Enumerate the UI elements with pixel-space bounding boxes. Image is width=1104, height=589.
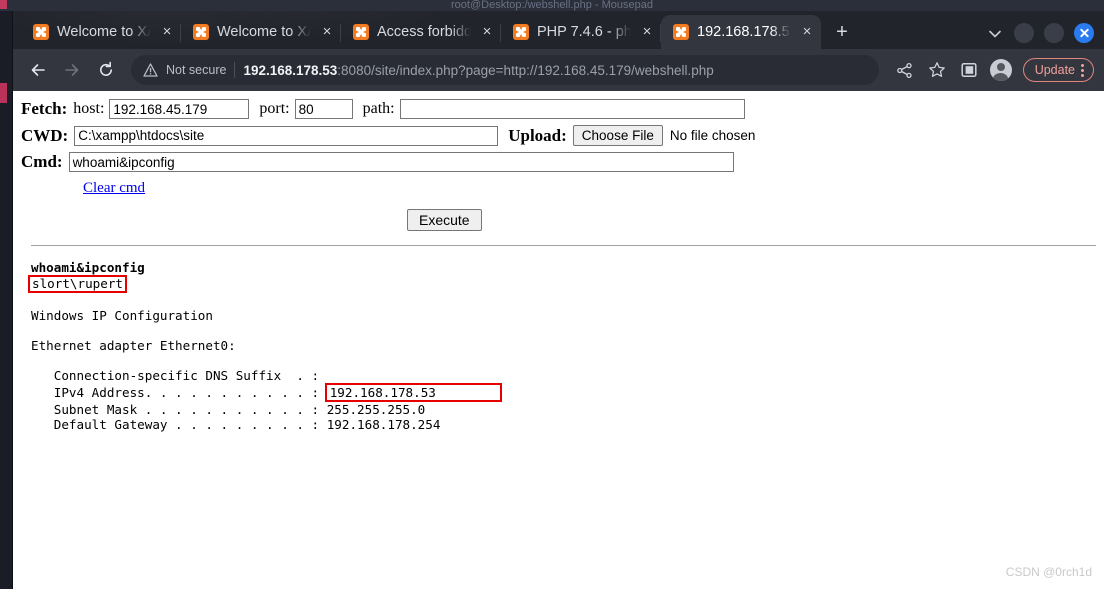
output-command-echo: whoami&ipconfig <box>31 260 145 275</box>
tab-title: 192.168.178.53:8080/site/ <box>697 24 791 40</box>
update-label: Update <box>1034 63 1075 77</box>
profile-avatar[interactable] <box>987 56 1015 84</box>
window-controls <box>986 23 1104 49</box>
watermark: CSDN @0rch1d <box>1005 565 1092 579</box>
tab-title: Welcome to XAMPP <box>217 24 311 40</box>
host-label: host: <box>73 100 105 117</box>
xampp-icon <box>513 24 529 40</box>
command-output: whoami&ipconfig slort\rupert Windows IP … <box>21 246 1104 432</box>
cmd-row: Cmd: <box>21 152 1104 172</box>
xampp-icon <box>673 24 689 40</box>
tab-title: Welcome to XAMPP <box>57 24 151 40</box>
minimize-button[interactable] <box>1014 23 1034 43</box>
screen: root@Desktop:/webshell.php - Mousepad We… <box>0 0 1104 589</box>
cmd-input[interactable] <box>68 152 734 172</box>
close-icon[interactable]: × <box>319 24 335 40</box>
maximize-button[interactable] <box>1044 23 1064 43</box>
share-icon[interactable] <box>891 56 919 84</box>
close-icon[interactable]: × <box>159 24 175 40</box>
warning-triangle-icon <box>143 63 158 77</box>
tab-title: PHP 7.4.6 - phpinfo() <box>537 24 631 40</box>
url-host: 192.168.178.53 <box>243 62 338 78</box>
browser-tab-3[interactable]: Access forbidden! × <box>341 15 501 49</box>
adapter-line: Ethernet adapter Ethernet0: <box>31 338 236 353</box>
update-button[interactable]: Update <box>1022 58 1094 82</box>
side-panel-icon[interactable] <box>955 56 983 84</box>
reload-icon[interactable] <box>91 55 121 85</box>
clear-cmd-link[interactable]: Clear cmd <box>83 180 145 197</box>
browser-tab-2[interactable]: Welcome to XAMPP × <box>181 15 341 49</box>
more-menu-icon[interactable] <box>1081 63 1084 77</box>
bookmark-star-icon[interactable] <box>923 56 951 84</box>
whoami-result-highlight: slort\rupert <box>28 275 127 293</box>
back-icon[interactable] <box>23 55 53 85</box>
host-input[interactable] <box>109 99 250 119</box>
close-icon[interactable]: × <box>639 24 655 40</box>
desktop-accent-marker-top <box>0 0 7 9</box>
page-content: Fetch: host: port: path: CWD: Upload: Ch… <box>13 91 1104 589</box>
close-icon[interactable]: × <box>799 24 815 40</box>
desktop-accent-marker <box>0 83 7 103</box>
xampp-icon <box>33 24 49 40</box>
browser-tab-4[interactable]: PHP 7.4.6 - phpinfo() × <box>501 15 661 49</box>
security-status-text: Not secure <box>166 63 227 77</box>
forward-icon[interactable] <box>57 55 87 85</box>
cwd-label: CWD: <box>21 125 69 145</box>
path-label: path: <box>362 100 395 117</box>
choose-file-button[interactable]: Choose File <box>572 125 663 146</box>
execute-row: Execute <box>21 209 1104 231</box>
webshell-form: Fetch: host: port: path: CWD: Upload: Ch… <box>21 99 1104 246</box>
close-window-button[interactable] <box>1074 23 1094 43</box>
upload-label: Upload: <box>508 125 567 145</box>
ipv4-address-highlight: 192.168.178.53 <box>324 383 502 402</box>
background-window-title: root@Desktop:/webshell.php - Mousepad <box>0 0 1104 11</box>
cmd-label: Cmd: <box>21 152 63 171</box>
execute-button[interactable]: Execute <box>407 209 482 231</box>
port-input[interactable] <box>294 99 353 119</box>
omnibox-divider <box>234 62 236 78</box>
fetch-label: Fetch: <box>21 99 68 118</box>
tab-title: Access forbidden! <box>377 24 471 40</box>
file-status-text: No file chosen <box>669 128 756 143</box>
ipv4-label: IPv4 Address. . . . . . . . . . . : <box>31 385 327 400</box>
cwd-input[interactable] <box>74 125 499 146</box>
browser-toolbar: Not secure 192.168.178.53:8080/site/inde… <box>13 49 1104 91</box>
chevron-down-icon[interactable] <box>986 26 1004 41</box>
new-tab-button[interactable]: + <box>827 17 857 47</box>
cwd-row: CWD: Upload: Choose File No file chosen <box>21 125 1104 146</box>
path-input[interactable] <box>399 99 745 119</box>
avatar <box>989 59 1012 81</box>
browser-window: Welcome to XAMPP × Welcome to XAMPP × Ac… <box>13 11 1104 589</box>
tab-strip: Welcome to XAMPP × Welcome to XAMPP × Ac… <box>13 11 1104 49</box>
default-gateway-line: Default Gateway . . . . . . . . . : 192.… <box>31 417 441 432</box>
browser-tab-5-active[interactable]: 192.168.178.53:8080/site/ × <box>661 15 821 49</box>
xampp-icon <box>193 24 209 40</box>
ipconfig-heading: Windows IP Configuration <box>31 308 213 323</box>
address-bar[interactable]: Not secure 192.168.178.53:8080/site/inde… <box>131 55 879 85</box>
xampp-icon <box>353 24 369 40</box>
desktop-left-strip <box>0 11 13 589</box>
url-text: 192.168.178.53:8080/site/index.php?page=… <box>243 63 713 78</box>
subnet-mask-line: Subnet Mask . . . . . . . . . . . : 255.… <box>31 402 426 417</box>
port-label: port: <box>259 100 290 117</box>
url-path: :8080/site/index.php?page=http://192.168… <box>337 62 714 78</box>
fetch-row: Fetch: host: port: path: <box>21 99 1104 119</box>
dns-suffix-line: Connection-specific DNS Suffix . : <box>31 368 327 383</box>
browser-tab-1[interactable]: Welcome to XAMPP × <box>21 15 181 49</box>
close-icon[interactable]: × <box>479 24 495 40</box>
